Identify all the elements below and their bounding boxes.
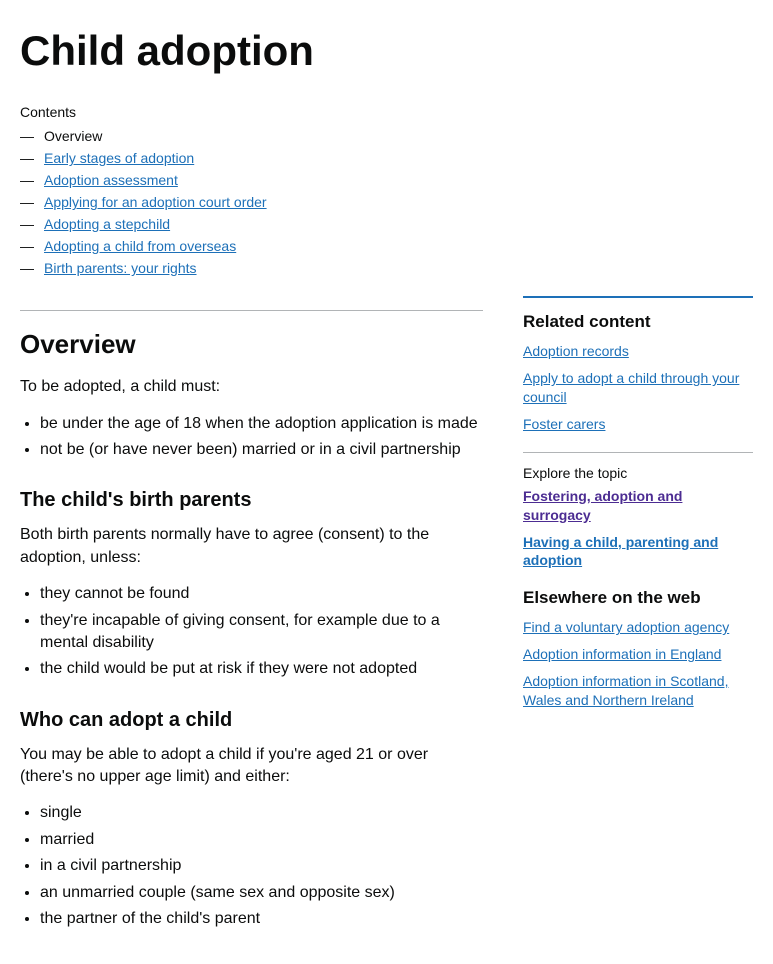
list-item: be under the age of 18 when the adoption… — [40, 413, 483, 435]
birth-parents-intro: Both birth parents normally have to agre… — [20, 524, 483, 569]
contents-item: Adopting a stepchild — [20, 216, 753, 232]
explore-link[interactable]: Having a child, parenting and adoption — [523, 533, 753, 571]
list-item: not be (or have never been) married or i… — [40, 439, 483, 461]
contents-current: Overview — [44, 128, 102, 144]
birth-parents-heading: The child's birth parents — [20, 489, 483, 512]
contents-item: Early stages of adoption — [20, 150, 753, 166]
contents-link[interactable]: Adopting a stepchild — [44, 216, 170, 232]
related-link[interactable]: Foster carers — [523, 415, 753, 434]
birth-parents-list: they cannot be found they're incapable o… — [20, 583, 483, 681]
elsewhere-heading: Elsewhere on the web — [523, 588, 753, 608]
elsewhere-link[interactable]: Adoption information in Scotland, Wales … — [523, 672, 753, 710]
contents-link[interactable]: Adoption assessment — [44, 172, 178, 188]
contents-link[interactable]: Adopting a child from overseas — [44, 238, 236, 254]
contents-list: Overview Early stages of adoption Adopti… — [20, 128, 753, 276]
contents-item: Adopting a child from overseas — [20, 238, 753, 254]
related-link[interactable]: Adoption records — [523, 342, 753, 361]
list-item: single — [40, 802, 483, 824]
divider — [523, 452, 753, 453]
list-item: the partner of the child's parent — [40, 908, 483, 930]
list-item: they cannot be found — [40, 583, 483, 605]
contents-item: Adoption assessment — [20, 172, 753, 188]
who-can-adopt-list: single married in a civil partnership an… — [20, 802, 483, 930]
contents-link[interactable]: Birth parents: your rights — [44, 260, 197, 276]
list-item: in a civil partnership — [40, 855, 483, 877]
who-can-adopt-heading: Who can adopt a child — [20, 709, 483, 732]
sidebar: Related content Adoption records Apply t… — [523, 296, 753, 944]
list-item: married — [40, 829, 483, 851]
related-content-heading: Related content — [523, 312, 753, 332]
overview-heading: Overview — [20, 329, 483, 360]
main-content: Overview To be adopted, a child must: be… — [20, 296, 483, 944]
list-item: they're incapable of giving consent, for… — [40, 610, 483, 655]
contents-item: Overview — [20, 128, 753, 144]
contents-link[interactable]: Early stages of adoption — [44, 150, 194, 166]
list-item: an unmarried couple (same sex and opposi… — [40, 882, 483, 904]
list-item: the child would be put at risk if they w… — [40, 658, 483, 680]
explore-link[interactable]: Fostering, adoption and surrogacy — [523, 487, 753, 525]
page-title: Child adoption — [20, 28, 753, 74]
contents-item: Applying for an adoption court order — [20, 194, 753, 210]
contents-link[interactable]: Applying for an adoption court order — [44, 194, 267, 210]
elsewhere-link[interactable]: Find a voluntary adoption agency — [523, 618, 753, 637]
elsewhere-link[interactable]: Adoption information in England — [523, 645, 753, 664]
overview-list: be under the age of 18 when the adoption… — [20, 413, 483, 462]
contents-label: Contents — [20, 104, 753, 120]
who-can-adopt-intro: You may be able to adopt a child if you'… — [20, 744, 483, 789]
explore-topic-label: Explore the topic — [523, 465, 753, 481]
contents-item: Birth parents: your rights — [20, 260, 753, 276]
related-link[interactable]: Apply to adopt a child through your coun… — [523, 369, 753, 407]
divider — [20, 310, 483, 311]
overview-intro: To be adopted, a child must: — [20, 376, 483, 398]
